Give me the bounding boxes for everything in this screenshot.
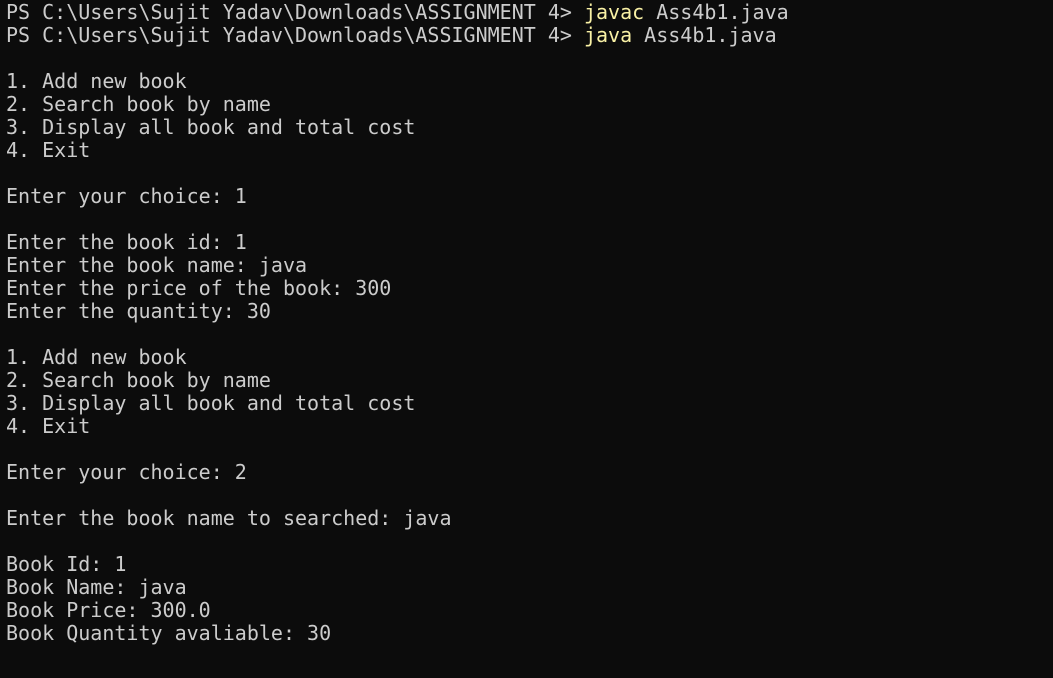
prompt-line-compile: PS C:\Users\Sujit Yadav\Downloads\ASSIGN… <box>6 1 1053 24</box>
menu-item-search: 2. Search book by name <box>6 92 271 116</box>
book-id-input: Enter the book id: 1 <box>6 230 247 254</box>
menu-item-display: 3. Display all book and total cost <box>6 391 416 415</box>
search-prompt: Enter the book name to searched: java <box>6 506 452 530</box>
menu-item-exit: 4. Exit <box>6 414 91 438</box>
book-quantity-input: Enter the quantity: 30 <box>6 299 271 323</box>
command-args: Ass4b1.java <box>632 23 777 47</box>
menu-item-add: 1. Add new book <box>6 345 187 369</box>
command-javac: javac <box>583 0 645 24</box>
choice-prompt: Enter your choice: 1 <box>6 184 247 208</box>
prompt-text: PS C:\Users\Sujit Yadav\Downloads\ASSIGN… <box>6 0 584 24</box>
menu-item-search: 2. Search book by name <box>6 368 271 392</box>
result-book-id: Book Id: 1 <box>6 552 127 576</box>
menu-item-exit: 4. Exit <box>6 138 91 162</box>
menu-item-display: 3. Display all book and total cost <box>6 115 416 139</box>
menu-item-add: 1. Add new book <box>6 69 187 93</box>
terminal-window[interactable]: PS C:\Users\Sujit Yadav\Downloads\ASSIGN… <box>0 0 1053 678</box>
command-args: Ass4b1.java <box>644 0 789 24</box>
book-name-input: Enter the book name: java <box>6 253 308 277</box>
prompt-line-run: PS C:\Users\Sujit Yadav\Downloads\ASSIGN… <box>6 24 1053 47</box>
result-book-price: Book Price: 300.0 <box>6 598 211 622</box>
command-java: java <box>583 23 633 47</box>
choice-prompt: Enter your choice: 2 <box>6 460 247 484</box>
result-book-name: Book Name: java <box>6 575 187 599</box>
prompt-text: PS C:\Users\Sujit Yadav\Downloads\ASSIGN… <box>6 23 584 47</box>
book-price-input: Enter the price of the book: 300 <box>6 276 392 300</box>
result-book-quantity: Book Quantity avaliable: 30 <box>6 621 332 645</box>
